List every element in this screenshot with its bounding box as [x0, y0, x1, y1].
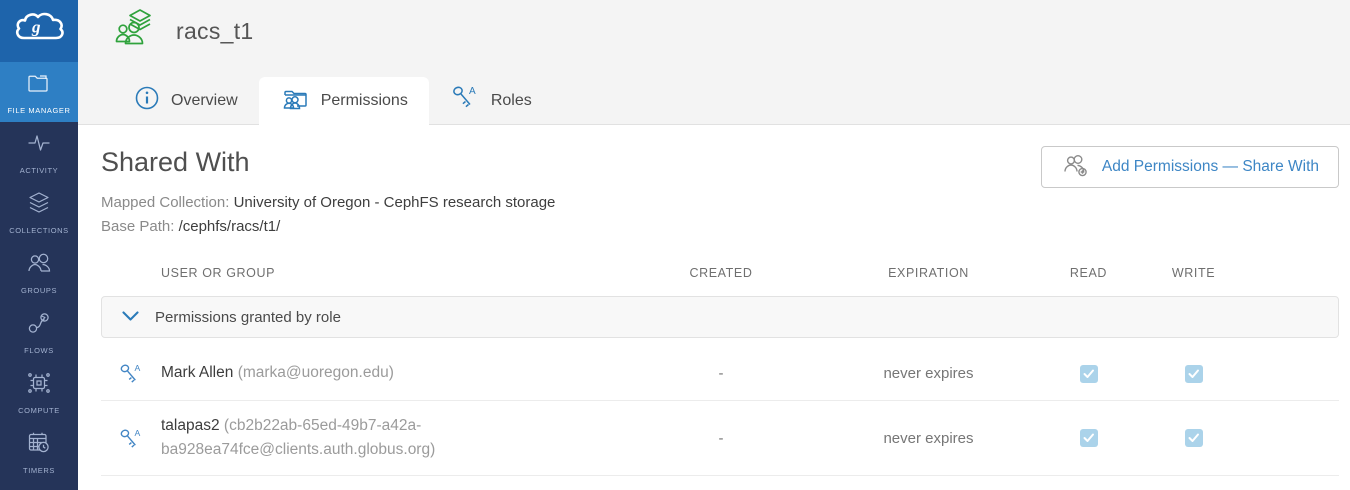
sidebar-item-label: FILE MANAGER	[7, 105, 71, 115]
guest-collection-icon	[113, 7, 159, 56]
base-path-value: /cephfs/racs/t1/	[178, 218, 281, 235]
add-permissions-label: Add Permissions — Share With	[1101, 158, 1319, 175]
group-row-label: Permissions granted by role	[155, 308, 341, 326]
tab-roles[interactable]: A Roles	[429, 77, 553, 124]
sidebar-item-groups[interactable]: GROUPS	[0, 242, 78, 302]
people-icon	[25, 250, 53, 281]
main-area: racs_t1 Overview Permissions A Roles Sha…	[78, 0, 1350, 490]
write-checkbox[interactable]	[1184, 429, 1203, 448]
pulse-icon	[25, 130, 53, 161]
grantee-identity: (marka@uoregon.edu)	[237, 364, 394, 382]
permissions-content: Shared With Mapped Collection: Universit…	[78, 125, 1350, 490]
tab-permissions[interactable]: Permissions	[258, 77, 429, 125]
permissions-group-row[interactable]: Permissions granted by role	[101, 296, 1339, 338]
chip-icon	[25, 370, 53, 401]
sidebar-item-label: TIMERS	[23, 465, 55, 475]
key-icon: A	[450, 84, 480, 117]
tab-overview[interactable]: Overview	[113, 77, 259, 124]
tab-label: Roles	[490, 91, 532, 109]
tab-bar: Overview Permissions A Roles	[78, 62, 1350, 125]
mapped-collection-label: Mapped Collection:	[101, 194, 230, 211]
role-key-icon: A	[101, 360, 161, 387]
grantee-name: talapas2	[161, 417, 220, 434]
person-add-icon	[1061, 152, 1091, 183]
sidebar-item-flows[interactable]: FLOWS	[0, 302, 78, 362]
created-value: -	[718, 365, 724, 382]
add-permissions-button[interactable]: Add Permissions — Share With	[1040, 146, 1339, 188]
sidebar-item-timers[interactable]: TIMERS	[0, 422, 78, 482]
read-checkbox[interactable]	[1079, 364, 1098, 383]
sidebar-item-label: COMPUTE	[18, 405, 60, 415]
role-key-icon: A	[101, 425, 161, 452]
sidebar-item-activity[interactable]: ACTIVITY	[0, 122, 78, 182]
page-title: racs_t1	[176, 17, 254, 44]
col-header-expiration: EXPIRATION	[888, 266, 969, 280]
sidebar-item-label: FLOWS	[24, 345, 54, 355]
svg-text:A: A	[469, 86, 476, 97]
folder-icon	[25, 70, 53, 101]
mapped-collection-value: University of Oregon - CephFS research s…	[233, 194, 556, 211]
base-path-line: Base Path: /cephfs/racs/t1/	[101, 218, 555, 235]
mapped-collection-line: Mapped Collection: University of Oregon …	[101, 194, 555, 211]
created-value: -	[718, 429, 724, 447]
read-checkbox[interactable]	[1079, 429, 1098, 448]
globus-cloud-icon: g	[13, 11, 65, 52]
svg-text:A: A	[134, 363, 140, 373]
globus-app: g FILE MANAGER ACTIVITY COLLECTIONS GROU…	[0, 0, 1350, 490]
sidebar-item-label: COLLECTIONS	[9, 225, 69, 235]
globus-logo[interactable]: g	[0, 0, 78, 62]
table-row: A Mark Allen (marka@uoregon.edu) - never…	[101, 347, 1339, 401]
sidebar: g FILE MANAGER ACTIVITY COLLECTIONS GROU…	[0, 0, 78, 490]
sidebar-item-file-manager[interactable]: FILE MANAGER	[0, 62, 78, 122]
write-checkbox[interactable]	[1184, 364, 1203, 383]
table-row: A talapas2 (cb2b22ab-65ed-49b7-a42a-ba92…	[101, 401, 1339, 477]
svg-text:A: A	[134, 428, 140, 438]
col-header-created: CREATED	[689, 266, 753, 280]
sidebar-item-label: GROUPS	[20, 285, 58, 295]
sidebar-item-compute[interactable]: COMPUTE	[0, 362, 78, 422]
shared-with-block: Shared With Mapped Collection: Universit…	[101, 143, 555, 242]
permissions-table: USER OR GROUP CREATED EXPIRATION READ WR…	[101, 256, 1339, 477]
calendar-clock-icon	[25, 430, 53, 461]
base-path-label: Base Path:	[101, 218, 175, 235]
collection-header: racs_t1	[78, 0, 1350, 62]
sidebar-item-label: ACTIVITY	[19, 165, 59, 175]
chevron-down-icon	[122, 309, 139, 326]
tab-label: Permissions	[320, 92, 408, 109]
table-header-row: USER OR GROUP CREATED EXPIRATION READ WR…	[101, 256, 1339, 296]
info-circle-icon	[134, 85, 160, 116]
expiration-value: never expires	[883, 429, 974, 447]
col-header-write: WRITE	[1171, 266, 1216, 280]
col-header-read: READ	[1069, 266, 1108, 280]
tab-label: Overview	[171, 91, 238, 109]
sidebar-item-collections[interactable]: COLLECTIONS	[0, 182, 78, 242]
col-header-user-or-group: USER OR GROUP	[161, 266, 276, 280]
svg-text:g: g	[31, 17, 41, 36]
folder-people-icon	[280, 86, 310, 117]
expiration-value: never expires	[883, 365, 974, 382]
grantee-name: Mark Allen	[161, 364, 234, 382]
section-title: Shared With	[101, 147, 250, 177]
layers-icon	[25, 190, 53, 221]
flow-icon	[25, 310, 53, 341]
